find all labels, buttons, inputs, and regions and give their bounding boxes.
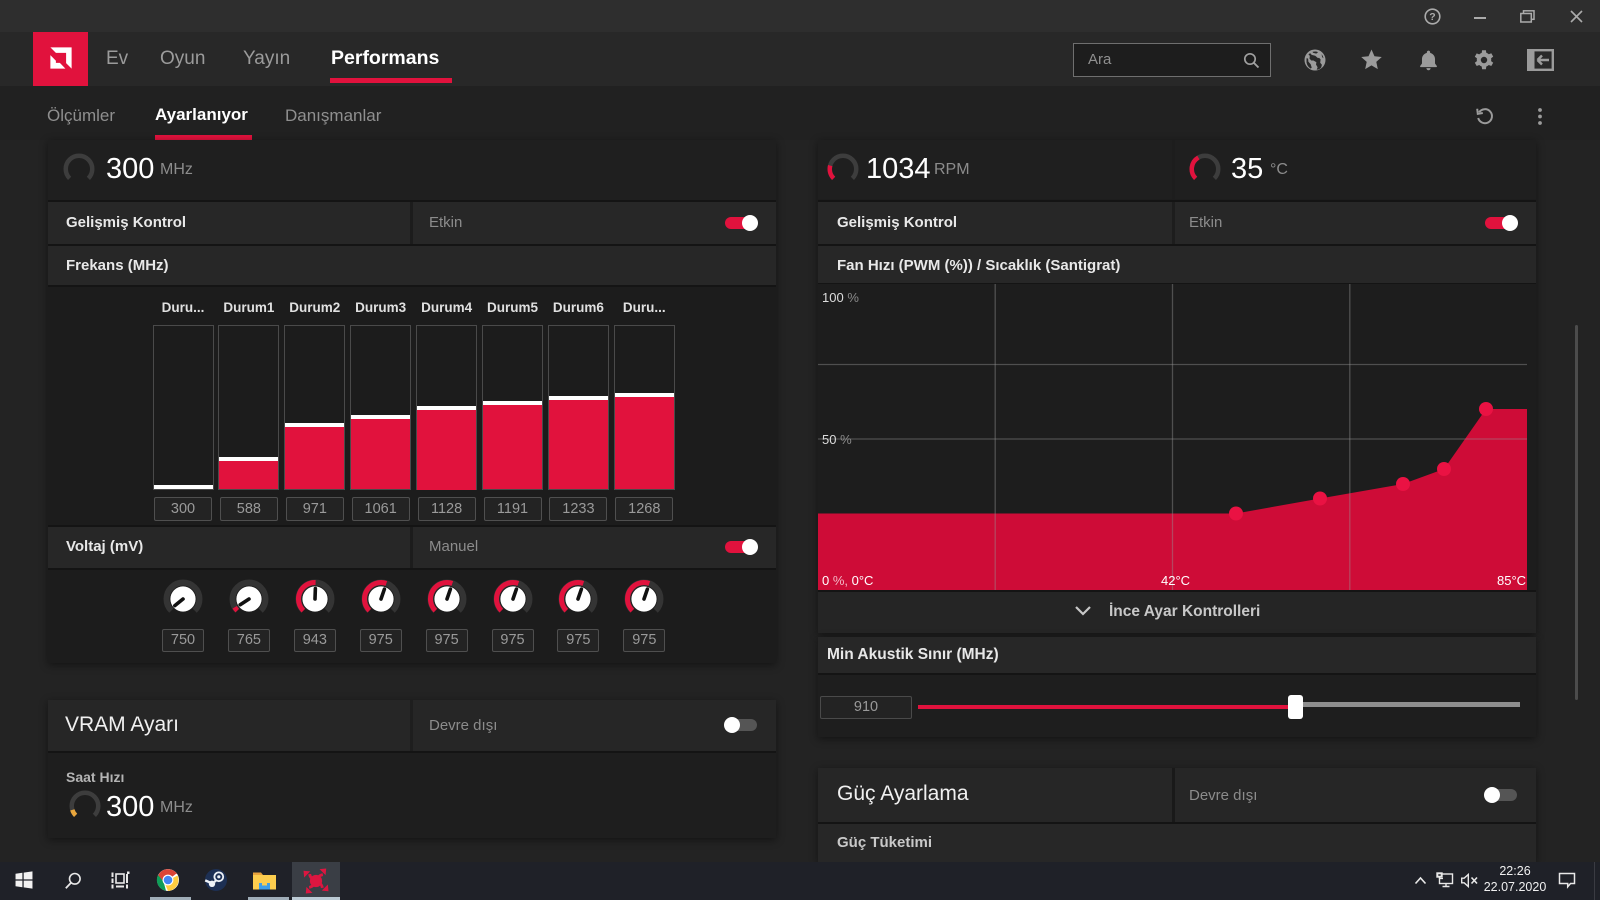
svg-text:?: ? — [1429, 11, 1435, 23]
